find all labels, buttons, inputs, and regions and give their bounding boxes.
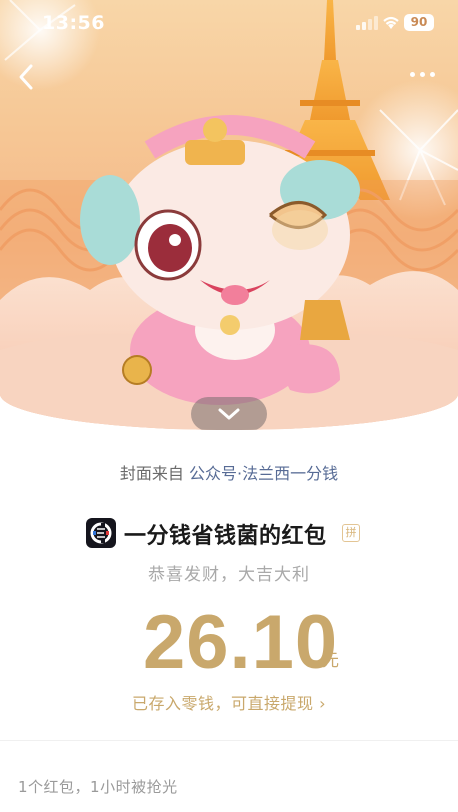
sender-row: 一分钱省钱菌的红包 拼 bbox=[0, 516, 458, 552]
amount-row: 26.10 元 bbox=[0, 598, 458, 688]
sender-name: 一分钱省钱菌的红包 bbox=[124, 524, 327, 549]
back-button[interactable] bbox=[14, 62, 40, 92]
status-bar: 13:56 90 bbox=[0, 0, 458, 48]
amount-value: 26.10 bbox=[143, 600, 339, 685]
chevron-down-icon bbox=[218, 408, 240, 420]
amount-currency: 元 bbox=[322, 651, 339, 671]
cover-source-prefix: 封面来自 bbox=[119, 464, 184, 483]
greeting-text: 恭喜发财，大吉大利 bbox=[148, 565, 310, 585]
group-packet-badge: 拼 bbox=[342, 524, 360, 542]
withdraw-link[interactable]: 已存入零钱，可直接提现 › bbox=[0, 690, 458, 714]
cover-source-line: 封面来自 公众号·法兰西一分钱 bbox=[0, 460, 458, 484]
red-packet-cover: 13:56 90 bbox=[0, 0, 458, 430]
wifi-icon bbox=[383, 16, 399, 29]
cover-illustration bbox=[0, 0, 458, 430]
packet-summary: 1个红包，1小时被抢光 bbox=[18, 778, 178, 796]
chevron-left-icon bbox=[19, 64, 33, 90]
signal-bars-icon bbox=[356, 16, 378, 30]
more-options-button[interactable] bbox=[408, 64, 438, 84]
divider bbox=[0, 740, 458, 741]
sender-logo-icon bbox=[90, 522, 112, 544]
sender-avatar[interactable] bbox=[86, 518, 116, 548]
battery-indicator: 90 bbox=[404, 14, 434, 31]
cover-source-account-link[interactable]: 公众号·法兰西一分钱 bbox=[189, 464, 338, 483]
collapse-cover-button[interactable] bbox=[191, 397, 267, 430]
status-time: 13:56 bbox=[42, 12, 105, 34]
